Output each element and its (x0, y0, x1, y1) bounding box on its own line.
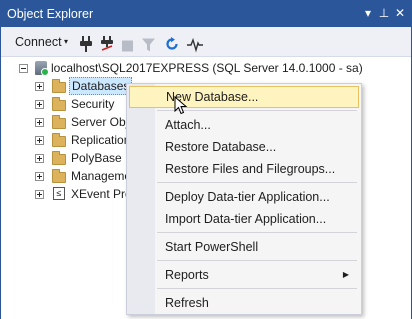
tree-item-replication[interactable]: Replication (35, 131, 135, 149)
menu-separator (157, 260, 357, 261)
expand-icon[interactable] (35, 172, 44, 181)
tree-item-databases[interactable]: Databases (35, 77, 135, 95)
menu-separator (157, 288, 357, 289)
menu-item-restore-database[interactable]: Restore Database... (129, 136, 359, 158)
menu-item-new-database[interactable]: New Database... (129, 86, 359, 108)
menu-item-refresh[interactable]: Refresh (129, 292, 359, 314)
connect-plug-icon[interactable] (79, 35, 93, 53)
server-icon (35, 61, 49, 76)
close-icon[interactable]: ✕ (391, 4, 409, 22)
stop-icon[interactable] (122, 37, 133, 55)
expand-icon[interactable] (35, 82, 44, 91)
menu-separator (157, 182, 357, 183)
folder-icon (52, 133, 66, 147)
expand-icon[interactable] (35, 154, 44, 163)
menu-item-restore-files[interactable]: Restore Files and Filegroups... (129, 158, 359, 180)
menu-item-start-powershell[interactable]: Start PowerShell (129, 236, 359, 258)
filter-icon[interactable] (142, 36, 155, 54)
menu-item-reports[interactable]: Reports ▶ (129, 264, 359, 286)
folder-icon (52, 169, 66, 183)
tree-item-label: XEvent Pro (71, 187, 132, 201)
refresh-icon[interactable] (165, 35, 179, 53)
xevent-icon: ≤ (53, 187, 65, 200)
collapse-icon[interactable] (19, 64, 28, 73)
tree-item-security[interactable]: Security (35, 95, 135, 113)
object-explorer-window: Object Explorer ▾ ⊥ ✕ Connect ▾ localhos… (0, 0, 412, 319)
submenu-arrow-icon: ▶ (342, 270, 349, 279)
menu-item-deploy-dac[interactable]: Deploy Data-tier Application... (129, 186, 359, 208)
server-label: localhost\SQL2017EXPRESS (SQL Server 14.… (51, 61, 363, 75)
disconnect-icon[interactable] (100, 35, 114, 53)
window-title: Object Explorer (7, 7, 94, 21)
menu-item-label: Reports (165, 268, 209, 282)
expand-icon[interactable] (35, 118, 44, 127)
expand-icon[interactable] (35, 190, 44, 199)
title-bar: Object Explorer ▾ ⊥ ✕ (1, 1, 411, 27)
folder-icon (52, 79, 66, 93)
tree-item-polybase[interactable]: PolyBase (35, 149, 135, 167)
tree-item-label: Security (71, 97, 115, 111)
menu-item-attach[interactable]: Attach... (129, 114, 359, 136)
context-menu: New Database... Attach... Restore Databa… (126, 83, 362, 315)
tree-item-label: PolyBase (71, 151, 122, 165)
connect-button[interactable]: Connect (15, 33, 62, 51)
activity-monitor-icon[interactable] (187, 36, 203, 54)
folder-icon (52, 151, 66, 165)
folder-icon (52, 115, 66, 129)
connected-status-icon (41, 68, 49, 76)
tree-item-server-objects[interactable]: Server Obje (35, 113, 135, 131)
toolbar: Connect ▾ (1, 27, 411, 57)
mouse-cursor-icon (174, 96, 188, 115)
server-node[interactable]: localhost\SQL2017EXPRESS (SQL Server 14.… (19, 59, 389, 77)
tree-item-management[interactable]: Manageme (35, 167, 135, 185)
tree-item-label: Replication (71, 133, 131, 147)
connect-dropdown-icon[interactable]: ▾ (64, 33, 68, 51)
menu-separator (157, 232, 357, 233)
folder-icon (52, 97, 66, 111)
expand-icon[interactable] (35, 136, 44, 145)
tree-item-label: Manageme (71, 169, 132, 183)
tree-item-label: Databases (69, 77, 133, 95)
tree-item-xevent-profiler[interactable]: ≤ XEvent Pro (35, 185, 135, 203)
menu-item-import-dac[interactable]: Import Data-tier Application... (129, 208, 359, 230)
expand-icon[interactable] (35, 100, 44, 109)
